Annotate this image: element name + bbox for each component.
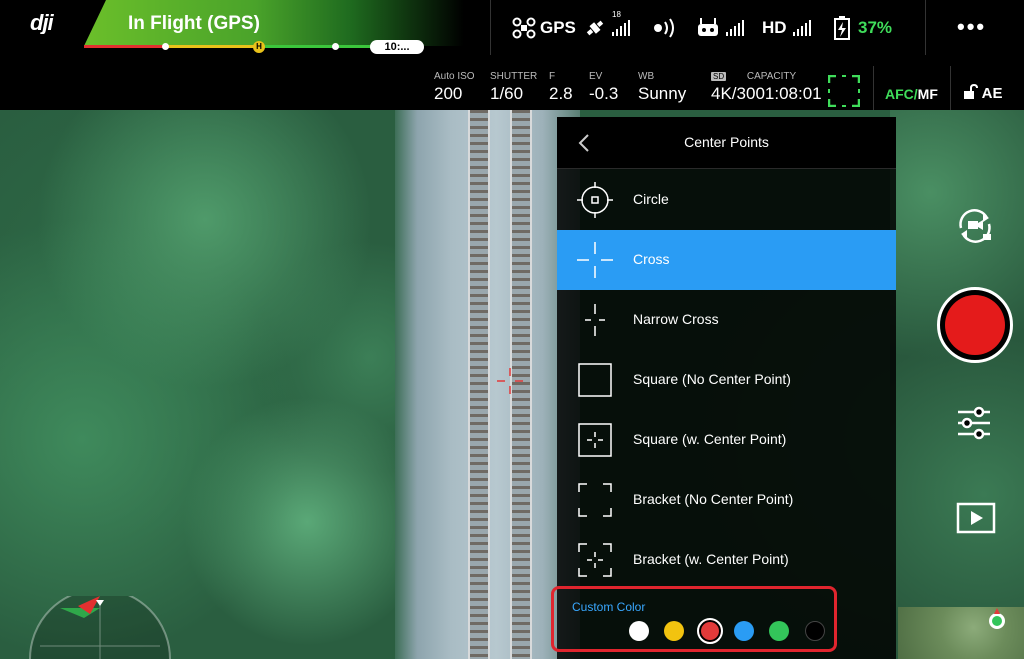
top-status-bar: dji In Flight (GPS) H 10:... GPS 18 HD 3… — [0, 0, 1024, 55]
color-swatch-white[interactable] — [629, 621, 649, 641]
shutter-value: 1/60 — [490, 84, 524, 103]
cross-crosshair-icon — [577, 242, 613, 278]
wb-value: Sunny — [638, 84, 687, 103]
afc-label: AFC/ — [885, 86, 918, 102]
capacity-label: CAPACITY — [746, 71, 797, 82]
option-square-with-center[interactable]: Square (w. Center Point) — [557, 410, 896, 470]
record-button[interactable] — [937, 287, 1013, 363]
square-center-icon — [578, 423, 612, 457]
aperture-value: 2.8 — [549, 84, 573, 103]
satellite-count: 18 — [612, 10, 621, 19]
attitude-compass[interactable] — [20, 596, 180, 659]
capacity-value: 01:08:01 — [755, 84, 822, 103]
flight-status-text: In Flight (GPS) — [128, 13, 260, 34]
focus-mode-toggle[interactable]: AFC/MF — [885, 86, 938, 102]
option-bracket-no-center[interactable]: Bracket (No Center Point) — [557, 470, 896, 530]
color-swatch-yellow[interactable] — [664, 621, 684, 641]
camera-settings-icon[interactable] — [955, 404, 993, 442]
dji-logo[interactable]: dji — [30, 10, 78, 38]
option-label: Square (No Center Point) — [633, 371, 791, 387]
battery-remaining-bar — [84, 45, 374, 48]
battery-marker-dot — [332, 43, 339, 50]
drone-icon — [512, 17, 536, 39]
svg-text:dji: dji — [30, 10, 55, 34]
aircraft-location-icon — [989, 608, 1005, 629]
iso-label: Auto ISO — [434, 71, 475, 82]
ae-label: AE — [981, 85, 1003, 102]
battery-icon — [834, 16, 850, 40]
signal-wave-icon — [654, 18, 674, 38]
color-swatch-green[interactable] — [769, 621, 789, 641]
unlock-icon — [964, 83, 978, 99]
aperture-param[interactable]: F 2.8 — [549, 71, 573, 104]
center-points-panel: Center Points Circle Cross Narrow Cross … — [557, 117, 896, 659]
ae-lock-button[interactable]: AE — [962, 83, 1003, 102]
hd-signal[interactable]: HD — [762, 12, 811, 44]
rail-track-left — [468, 110, 490, 659]
gps-status[interactable]: GPS — [512, 12, 576, 44]
option-circle[interactable]: Circle — [557, 170, 896, 230]
bracket-center-icon — [578, 543, 612, 577]
shutter-label: SHUTTER — [490, 71, 538, 82]
shutter-param[interactable]: SHUTTER 1/60 — [490, 71, 537, 104]
battery-status[interactable]: 37% — [834, 12, 892, 44]
ev-label: EV — [589, 71, 603, 82]
rc-signal-bars — [726, 20, 744, 36]
home-return-marker: H — [253, 41, 265, 53]
sd-card-badge: SD — [711, 72, 727, 81]
gps-label: GPS — [540, 18, 576, 37]
satellite-icon — [586, 20, 604, 36]
option-label: Bracket (No Center Point) — [633, 491, 794, 507]
switch-photo-video-icon[interactable] — [953, 206, 997, 246]
trees-right — [890, 110, 1024, 659]
hd-label: HD — [762, 18, 787, 37]
color-swatch-red-selected[interactable] — [697, 618, 723, 644]
remote-controller-signal[interactable] — [696, 12, 744, 44]
storage-param[interactable]: SD CAPACITY 4K/3001:08:01 — [711, 71, 822, 104]
iso-value: 200 — [434, 84, 463, 103]
playback-icon[interactable] — [956, 502, 996, 534]
narrow-cross-icon — [585, 304, 605, 336]
square-icon — [578, 363, 612, 397]
option-label: Bracket (w. Center Point) — [633, 551, 789, 567]
wifi-status[interactable] — [650, 12, 680, 44]
iso-param[interactable]: Auto ISO 200 — [434, 71, 475, 104]
option-label: Square (w. Center Point) — [633, 431, 787, 447]
white-balance-param[interactable]: WB Sunny — [638, 71, 686, 104]
option-label: Cross — [633, 251, 670, 267]
mini-map[interactable] — [898, 607, 1024, 659]
dji-logo-icon: dji — [30, 10, 56, 35]
remote-controller-icon — [698, 18, 718, 36]
ev-param[interactable]: EV -0.3 — [589, 71, 618, 104]
hd-signal-bars — [792, 20, 811, 36]
panel-header: Center Points — [557, 117, 896, 169]
flight-time-remaining: 10:... — [370, 40, 424, 54]
battery-marker-dot — [162, 43, 169, 50]
option-narrow-cross[interactable]: Narrow Cross — [557, 290, 896, 350]
aperture-label: F — [549, 71, 556, 82]
circle-crosshair-icon — [577, 182, 613, 218]
option-square-no-center[interactable]: Square (No Center Point) — [557, 350, 896, 410]
option-bracket-with-center[interactable]: Bracket (w. Center Point) — [557, 530, 896, 590]
satellite-status[interactable] — [584, 12, 630, 44]
panel-title: Center Points — [684, 134, 769, 150]
custom-color-label: Custom Color — [572, 600, 646, 614]
color-swatch-black[interactable] — [805, 621, 825, 641]
custom-color-section — [551, 586, 837, 652]
option-cross[interactable]: Cross — [557, 230, 896, 290]
more-menu-button[interactable]: ••• — [957, 14, 986, 40]
bracket-icon — [578, 483, 612, 517]
satellite-signal-bars — [612, 20, 630, 36]
center-point-crosshair — [497, 368, 523, 394]
battery-percentage: 37% — [858, 18, 893, 37]
ev-value: -0.3 — [589, 84, 619, 103]
color-swatch-blue[interactable] — [734, 621, 754, 641]
option-label: Narrow Cross — [633, 311, 719, 327]
wb-label: WB — [638, 71, 655, 82]
resolution-value: 4K/30 — [711, 84, 756, 103]
mf-label: MF — [917, 86, 938, 102]
option-label: Circle — [633, 191, 669, 207]
focus-area-icon[interactable] — [828, 75, 860, 107]
